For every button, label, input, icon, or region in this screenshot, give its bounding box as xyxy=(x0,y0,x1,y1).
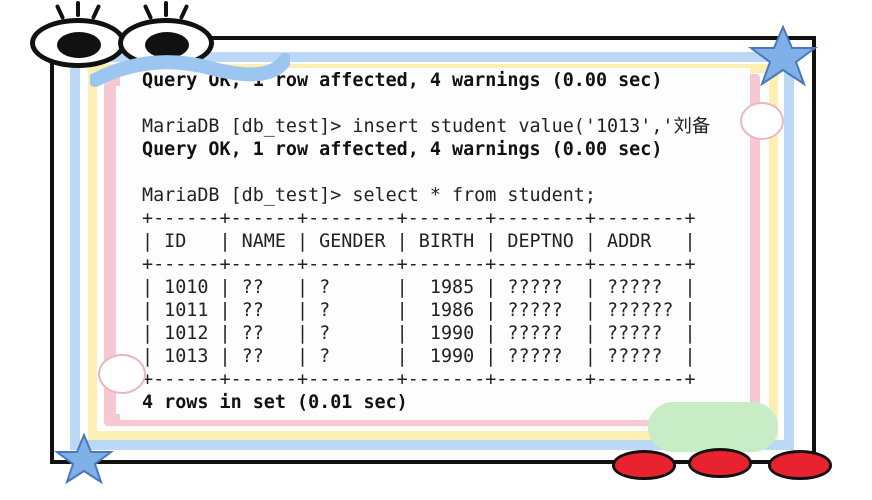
terminal-line-15: 4 rows in set (0.01 sec) xyxy=(142,392,408,413)
green-cloud-icon xyxy=(648,402,778,452)
swoosh-icon xyxy=(90,53,290,87)
terminal-line-14: +------+------+--------+-------+--------… xyxy=(142,369,696,390)
eyelash-icon xyxy=(54,3,66,21)
heart-icon xyxy=(768,450,832,480)
eyelash-icon xyxy=(76,1,80,17)
terminal-line-4: Query OK, 1 row affected, 4 warnings (0.… xyxy=(142,139,663,160)
decorated-screenshot: Query OK, 1 row affected, 4 warnings (0.… xyxy=(0,0,872,500)
eyelash-icon xyxy=(90,3,102,21)
heart-icon xyxy=(612,450,676,480)
heart-icon xyxy=(688,448,752,478)
terminal-line-10: | 1010 | ?? | ? | 1985 | ????? | ????? | xyxy=(142,277,696,298)
eyelash-icon xyxy=(178,3,190,21)
star-icon xyxy=(748,24,818,86)
terminal-line-8: | ID | NAME | GENDER | BIRTH | DEPTNO | … xyxy=(142,231,696,252)
terminal-line-7: +------+------+--------+-------+--------… xyxy=(142,208,696,229)
cloud-face-icon xyxy=(740,102,784,140)
eyelash-icon xyxy=(164,1,168,17)
terminal-window[interactable]: Query OK, 1 row affected, 4 warnings (0.… xyxy=(120,68,750,420)
terminal-line-3: MariaDB [db_test]> insert student value(… xyxy=(142,116,711,137)
terminal-line-11: | 1011 | ?? | ? | 1986 | ????? | ?????? … xyxy=(142,300,696,321)
terminal-line-9: +------+------+--------+-------+--------… xyxy=(142,254,696,275)
cloud-face-icon xyxy=(98,354,146,394)
star-icon xyxy=(54,432,114,484)
terminal-line-6: MariaDB [db_test]> select * from student… xyxy=(142,185,596,206)
terminal-line-13: | 1013 | ?? | ? | 1990 | ????? | ????? | xyxy=(142,346,696,367)
terminal-line-12: | 1012 | ?? | ? | 1990 | ????? | ????? | xyxy=(142,323,696,344)
eyelash-icon xyxy=(142,3,154,21)
